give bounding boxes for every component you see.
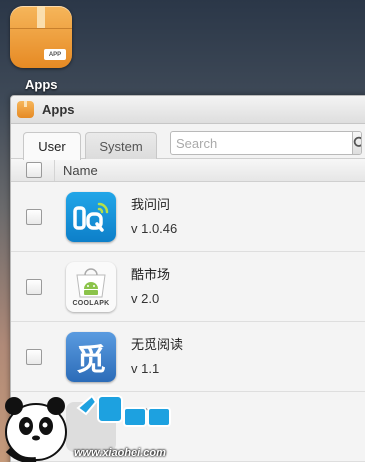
- table-row[interactable]: COOLAPK 酷市场 v 2.0: [11, 252, 365, 322]
- app-name: 无觅阅读: [131, 337, 184, 352]
- app-version: v 1.0.46: [131, 221, 178, 236]
- watermark-url: www.xiaohei.com: [74, 447, 166, 459]
- window-titlebar[interactable]: Apps: [11, 96, 365, 124]
- toolbar: User System: [11, 124, 365, 160]
- row-checkbox[interactable]: [26, 348, 42, 365]
- apps-box-icon: [17, 101, 34, 118]
- search-button[interactable]: [352, 132, 361, 154]
- tab-user[interactable]: User: [23, 132, 81, 160]
- select-all-cell: [11, 159, 55, 181]
- app-name: 酷市场: [131, 267, 171, 282]
- app-name: 我问问: [131, 197, 171, 212]
- row-checkbox[interactable]: [26, 278, 42, 295]
- app-tag-label: APP: [44, 49, 66, 60]
- row-checkbox[interactable]: [26, 208, 42, 225]
- table-header: Name: [11, 158, 365, 182]
- tab-system[interactable]: System: [85, 132, 157, 159]
- wuyue-glyph: 觅: [76, 343, 106, 378]
- search-box: [170, 131, 362, 155]
- apps-box-icon: APP: [10, 6, 72, 68]
- app-version: v 2.0: [131, 291, 160, 306]
- app-version: v 1.1: [131, 361, 160, 376]
- window-title: Apps: [42, 102, 75, 117]
- select-all-checkbox[interactable]: [26, 162, 42, 178]
- wenwen-app-icon: [66, 192, 116, 242]
- coolapk-wordmark: COOLAPK: [72, 300, 110, 307]
- search-icon: [353, 136, 361, 147]
- desktop-icon-label: Apps: [25, 77, 58, 92]
- name-column-header[interactable]: Name: [55, 163, 98, 178]
- table-row[interactable]: 我问问 v 1.0.46: [11, 182, 365, 252]
- wuyue-app-icon: 觅: [66, 332, 116, 382]
- desktop-apps-shortcut[interactable]: APP Apps: [10, 6, 74, 92]
- coolapk-app-icon: COOLAPK: [66, 262, 116, 312]
- search-input[interactable]: [171, 132, 352, 154]
